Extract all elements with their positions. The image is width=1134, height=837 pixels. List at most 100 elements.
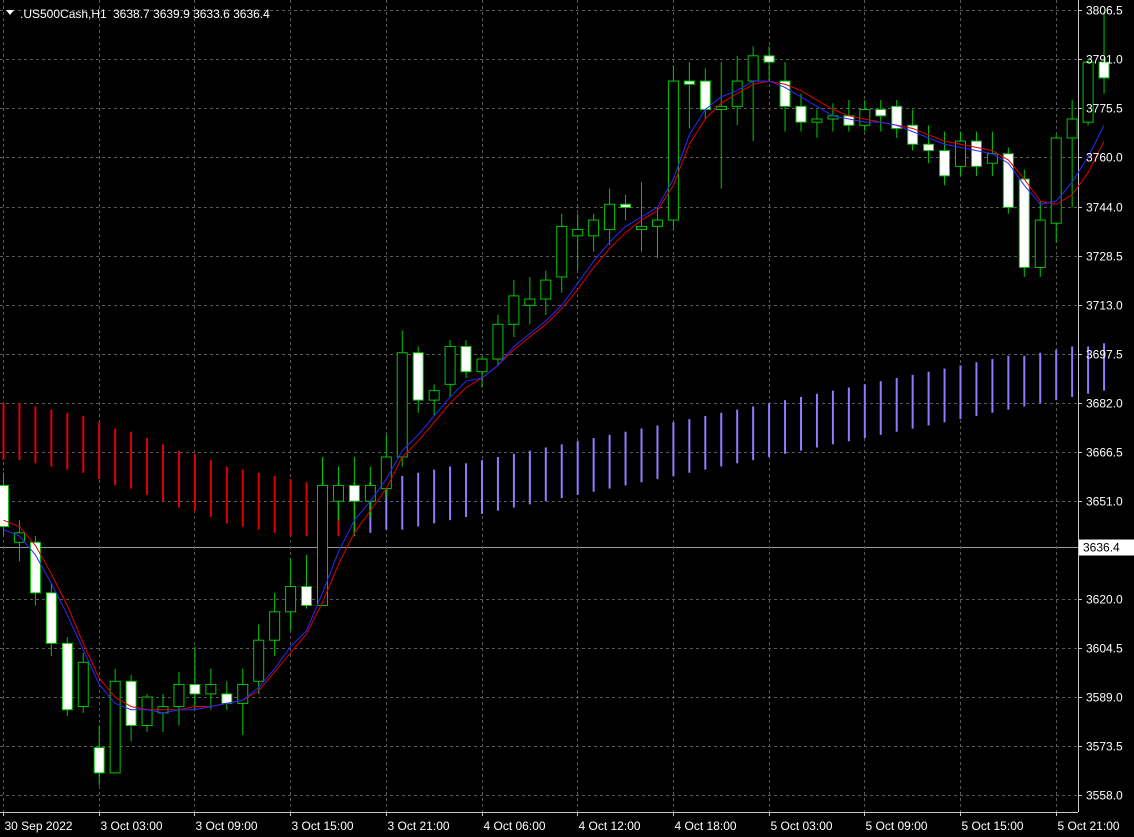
candle (221, 681, 233, 710)
candle-body (636, 225, 647, 231)
time-tick-label: 4 Oct 18:00 (675, 819, 737, 833)
price-axis: 3806.5 3791.0 3775.5 3760.0 3744.0 3728.5 3713… (1078, 4, 1134, 803)
candle-body (540, 279, 552, 300)
candle-body (460, 345, 472, 373)
candle (955, 131, 966, 176)
candle-body (173, 683, 185, 708)
candle-body (77, 661, 89, 708)
candle (0, 472, 9, 536)
candle-body (524, 298, 536, 306)
candle-body (604, 203, 616, 231)
candle-body (683, 80, 695, 85)
price-tick-label: 3666.5 (1086, 446, 1123, 460)
candle-body (572, 229, 584, 237)
candle-body (699, 80, 711, 111)
candle (1066, 100, 1078, 208)
candle (1034, 201, 1046, 277)
candle-body (301, 586, 313, 606)
candle (444, 340, 456, 397)
candle (683, 62, 695, 129)
candle (205, 668, 217, 710)
price-tick-label: 3806.5 (1086, 4, 1123, 18)
candle-body (986, 153, 998, 164)
candle (109, 668, 121, 774)
trend-indicator (2, 343, 1106, 536)
candle-body (763, 55, 775, 63)
ma-fast-line (3, 80, 1105, 714)
candle (412, 346, 424, 413)
ma-slow-line (3, 80, 1105, 711)
candle (189, 646, 201, 710)
price-tick-label: 3589.0 (1086, 691, 1123, 705)
candle (269, 592, 281, 657)
candle (93, 725, 105, 786)
time-tick-label: 3 Oct 15:00 (292, 819, 354, 833)
candle-body (747, 55, 759, 82)
time-tick-label: 3 Oct 21:00 (388, 819, 450, 833)
candle (540, 270, 552, 315)
candle-body (1050, 137, 1062, 224)
candle-body (1002, 153, 1014, 208)
chart-grid (0, 0, 1079, 813)
candle (763, 46, 775, 82)
candle (970, 131, 982, 176)
candle (891, 100, 903, 138)
candle-body (1066, 118, 1078, 139)
candle (715, 62, 727, 189)
candle-body (396, 352, 408, 458)
candle-body (1018, 178, 1030, 268)
candle-body (412, 352, 424, 401)
time-tick-label: 5 Oct 15:00 (962, 819, 1024, 833)
candle-body (109, 680, 121, 774)
price-tick-label: 3604.5 (1086, 642, 1123, 656)
candle-body (667, 80, 679, 221)
candle-body (811, 118, 823, 123)
candle (301, 554, 313, 609)
candle-body (125, 680, 137, 727)
candle (508, 280, 520, 337)
price-tick-label: 3558.0 (1086, 789, 1123, 803)
candle-body (875, 109, 887, 117)
candle (604, 188, 616, 246)
candle-body (285, 586, 297, 613)
candle-body (620, 203, 632, 208)
candle-body (45, 592, 57, 644)
candle-body (970, 140, 982, 167)
candle (588, 213, 600, 252)
candle (45, 583, 57, 657)
chart-header: .US500Cash,H1 3638.7 3639.9 3633.6 3636.… (6, 7, 270, 21)
ohlc-values-label: 3638.7 3639.9 3633.6 3636.4 (113, 7, 270, 21)
time-tick-label: 5 Oct 03:00 (771, 819, 833, 833)
candle (348, 456, 360, 536)
candle (651, 207, 663, 258)
price-tick-label: 3713.0 (1086, 299, 1123, 313)
candle-body (93, 747, 105, 774)
candle (332, 466, 344, 521)
candle-body (141, 696, 153, 727)
candle-body (269, 611, 281, 641)
candle-body (1034, 219, 1046, 268)
candle-body (221, 693, 233, 704)
price-tick-label: 3651.0 (1086, 495, 1123, 509)
time-tick-label: 5 Oct 09:00 (866, 819, 928, 833)
candle-body (253, 639, 265, 682)
candle (620, 194, 632, 221)
time-tick-label: 3 Oct 09:00 (196, 819, 258, 833)
candle-body (556, 225, 568, 278)
dropdown-triangle-icon[interactable] (6, 10, 14, 15)
candle-body (205, 683, 217, 695)
candle (396, 330, 408, 467)
candle (524, 276, 536, 325)
candle (875, 100, 887, 132)
price-chart[interactable]: 3806.5 3791.0 3775.5 3760.0 3744.0 3728.5 3713… (0, 0, 1134, 837)
candle-body (795, 105, 807, 123)
candle-body (476, 358, 488, 373)
candle-body (444, 345, 456, 385)
time-tick-label: 4 Oct 06:00 (484, 819, 546, 833)
candle (572, 213, 584, 271)
candle-body (923, 143, 935, 152)
candle-body (651, 219, 663, 227)
candle-body (428, 390, 440, 401)
candle-body (332, 484, 344, 502)
time-tick-label: 3 Oct 03:00 (101, 819, 163, 833)
